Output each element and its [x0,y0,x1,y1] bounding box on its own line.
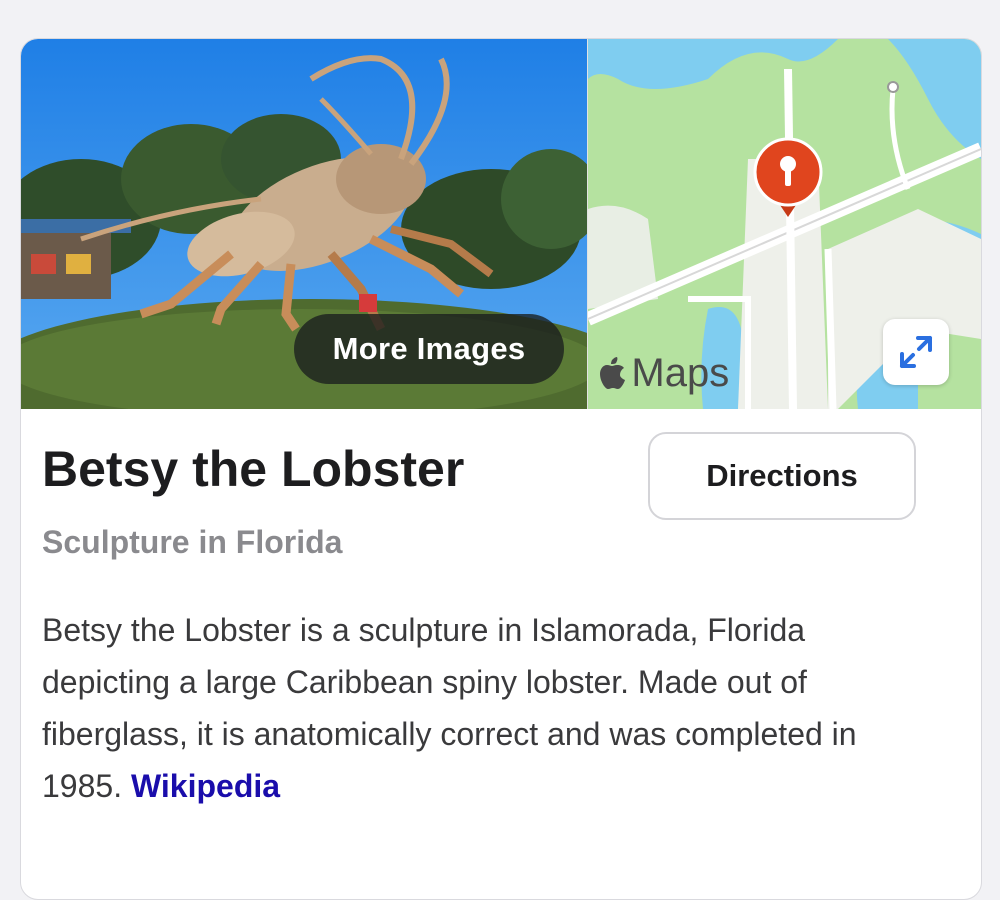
maps-label: Maps [631,351,730,395]
expand-icon [900,336,933,368]
place-subtitle: Sculpture in Florida [42,524,343,560]
place-description: Betsy the Lobster is a sculpture in Isla… [42,604,932,812]
photo-panel[interactable]: More Images [21,39,588,409]
place-title: Betsy the Lobster [42,441,465,497]
wikipedia-link[interactable]: Wikipedia [131,768,280,804]
map-panel[interactable]: Maps [587,39,981,409]
directions-button[interactable]: Directions [648,432,916,520]
apple-logo-icon [600,356,626,389]
expand-map-button[interactable] [883,319,950,385]
more-images-button[interactable]: More Images [294,314,564,384]
apple-maps-attribution: Maps [598,351,729,396]
media-strip: More Images Maps [21,39,981,409]
